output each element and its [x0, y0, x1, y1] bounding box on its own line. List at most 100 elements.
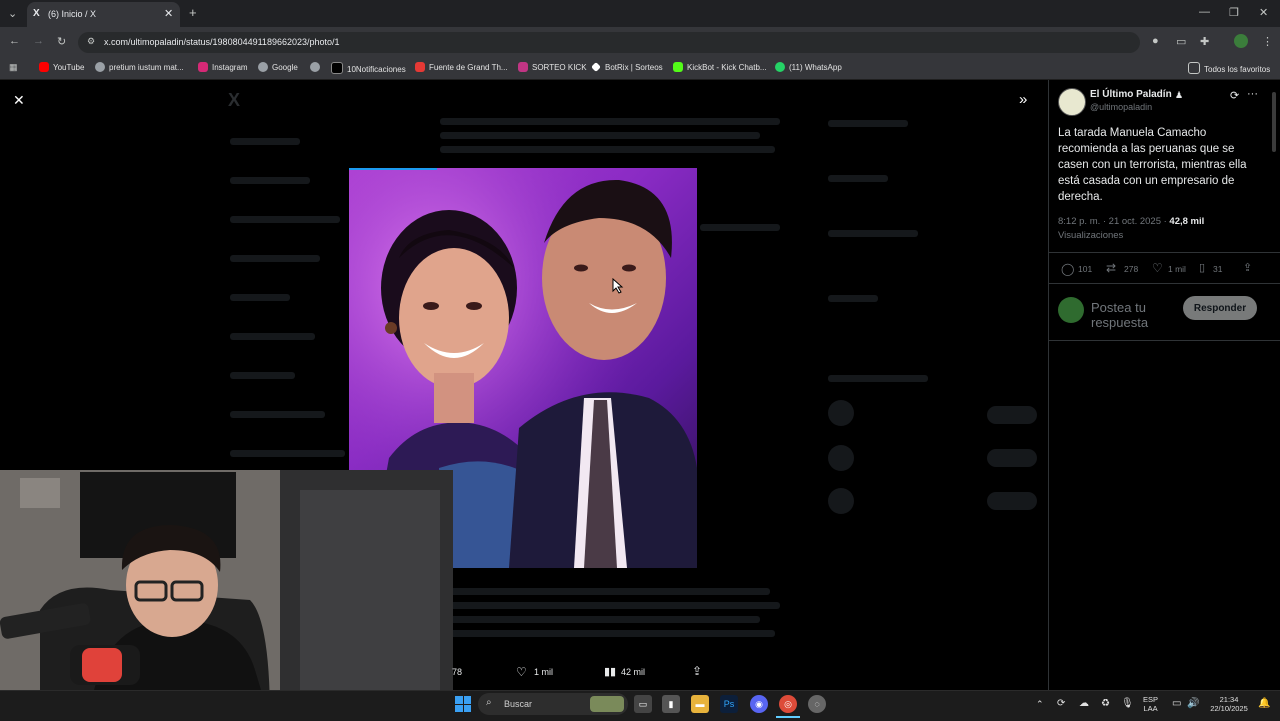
app-icon[interactable]: ◌ [808, 695, 826, 713]
post-timestamp: 8:12 p. m. · 21 oct. 2025 · 42,8 mil [1058, 216, 1205, 227]
bookmark-count: 31 [1213, 264, 1223, 274]
bookmarks-bar: ▦ YouTube pretium iustum mat... Instagra… [0, 57, 1280, 80]
close-tab-icon[interactable]: ✕ [164, 7, 173, 20]
profile-avatar[interactable] [1234, 34, 1248, 48]
photo-views-count: 42 mil [621, 667, 646, 677]
bookmark-pretium[interactable]: pretium iustum mat... [95, 62, 184, 72]
user-avatar [1058, 297, 1084, 323]
like-icon[interactable]: ♡ [516, 665, 527, 679]
sync-icon[interactable]: ⟳ [1057, 699, 1065, 709]
post-views-label: Visualizaciones [1058, 230, 1124, 241]
back-icon[interactable]: ← [9, 35, 20, 47]
reload-icon[interactable]: ↻ [57, 35, 66, 48]
author-avatar[interactable] [1058, 88, 1086, 116]
blurred-nav-item [230, 138, 300, 145]
reply-button[interactable]: Responder [1183, 296, 1257, 320]
file-explorer-icon[interactable]: ▬ [691, 695, 709, 713]
divider [1048, 340, 1280, 341]
clock[interactable]: 21:34 22/10/2025 [1206, 695, 1252, 713]
tab-title: (6) Inicio / X [48, 9, 97, 19]
search-icon: ⌕ [486, 697, 492, 708]
new-tab-icon[interactable]: + [189, 5, 197, 20]
volume-icon[interactable]: 🔊 [1187, 699, 1199, 709]
globe-icon [95, 62, 105, 72]
bookmark-icon[interactable]: ▯ [1199, 261, 1205, 274]
tab-search-icon[interactable]: ⌄ [8, 7, 17, 20]
start-button[interactable] [455, 696, 471, 712]
blurred-post-line [700, 224, 780, 231]
url-text: x.com/ultimopaladin/status/1980804491189… [104, 37, 340, 47]
google-icon [258, 62, 268, 72]
like-count: 1 mil [1168, 264, 1186, 274]
author-handle[interactable]: @ultimopaladin [1090, 102, 1152, 112]
chevron-up-icon[interactable]: ⌃ [1036, 700, 1044, 709]
panel-scrollbar[interactable] [1272, 92, 1276, 152]
notification-icon[interactable]: 🔔 [1258, 699, 1270, 709]
like-icon[interactable]: ♡ [1152, 261, 1163, 275]
forward-icon[interactable]: → [33, 35, 44, 47]
more-options-icon[interactable]: ··· [1247, 88, 1258, 100]
discord-icon[interactable]: ◉ [750, 695, 768, 713]
post-view-count: 42,8 mil [1169, 216, 1205, 227]
taskbar-search[interactable]: ⌕ Buscar [478, 693, 628, 715]
blurred-trend [828, 230, 918, 237]
app-icon[interactable]: ▮ [662, 695, 680, 713]
bookmark-youtube[interactable]: YouTube [39, 62, 84, 72]
site-info-icon[interactable]: ⚙ [87, 36, 95, 47]
grok-icon[interactable]: ⟳ [1230, 89, 1239, 102]
menu-icon[interactable]: ⋮ [1262, 35, 1273, 48]
microphone-icon[interactable]: 🎙 [1121, 699, 1134, 709]
bookmark-instagram[interactable]: Instagram [198, 62, 248, 72]
folder-icon [1188, 62, 1200, 74]
photoshop-icon[interactable]: Ps [720, 695, 738, 713]
blurred-post-line [440, 132, 760, 139]
collapse-panel-icon[interactable]: » [1019, 91, 1027, 108]
x-logo-icon [331, 62, 343, 74]
photo-reposts-count[interactable]: 78 [452, 667, 462, 677]
photo-likes-count: 1 mil [534, 667, 554, 677]
reply-input[interactable]: Postea tu respuesta [1091, 300, 1171, 330]
minimize-icon[interactable]: — [1199, 6, 1210, 18]
apps-grid-icon[interactable]: ▦ [9, 62, 18, 73]
extension-icon[interactable]: ● [1152, 35, 1159, 47]
bookmark-kickbot[interactable]: KickBot - Kick Chatb... [673, 62, 767, 72]
verified-badge-icon: ♟ [1175, 90, 1184, 100]
all-bookmarks[interactable]: Todos los favoritos [1188, 62, 1270, 74]
bookmark-botrix[interactable]: BotRix | Sorteos [591, 62, 663, 72]
bookmark-whatsapp[interactable]: (11) WhatsApp [775, 62, 842, 72]
browser-tab[interactable]: X (6) Inicio / X ✕ [27, 2, 180, 27]
share-icon[interactable]: ⇪ [1243, 261, 1252, 274]
blurred-nav-item [230, 450, 345, 457]
task-view-icon[interactable]: ▭ [634, 695, 652, 713]
repost-icon[interactable]: ⇄ [1106, 261, 1116, 275]
cloud-icon[interactable]: ☁ [1079, 699, 1089, 709]
address-bar[interactable]: ⚙ x.com/ultimopaladin/status/19808044911… [78, 32, 1140, 53]
blurred-post-line [440, 602, 780, 609]
restore-icon[interactable]: ❐ [1229, 6, 1239, 19]
share-icon[interactable]: ⇪ [692, 664, 702, 678]
puzzle-icon[interactable]: ✚ [1200, 35, 1209, 48]
kickbot-icon [673, 62, 683, 72]
blurred-who-to-follow [828, 375, 928, 382]
close-photo-icon[interactable]: ✕ [13, 92, 25, 109]
language-indicator[interactable]: ESP LAA [1143, 695, 1158, 713]
blurred-nav-item [230, 294, 290, 301]
bookmark-notificaciones[interactable]: 10Notificaciones [331, 62, 406, 74]
tab-bar: ⌄ X (6) Inicio / X ✕ + — ❐ ✕ [0, 0, 1280, 27]
repost-count: 278 [1124, 264, 1139, 274]
bookmark-unnamed[interactable] [310, 62, 324, 72]
bookmark-grand-theft[interactable]: Fuente de Grand Th... [415, 62, 508, 72]
botrix-icon [591, 62, 601, 72]
close-window-icon[interactable]: ✕ [1259, 6, 1268, 19]
views-icon[interactable]: ▮▮ [604, 665, 616, 678]
network-icon[interactable]: ▭ [1172, 699, 1181, 709]
blurred-post-line [440, 616, 760, 623]
security-icon[interactable]: ♻ [1101, 699, 1110, 709]
blurred-post-line [440, 146, 775, 153]
bookmark-google[interactable]: Google [258, 62, 298, 72]
author-name[interactable]: El Último Paladín [1090, 89, 1172, 100]
extension-icon[interactable]: ▭ [1176, 35, 1186, 48]
bookmark-sorteo-kick[interactable]: SORTEO KICK [518, 62, 587, 72]
chrome-icon[interactable]: ◎ [779, 695, 797, 713]
reply-icon[interactable]: ◯ [1061, 262, 1074, 276]
